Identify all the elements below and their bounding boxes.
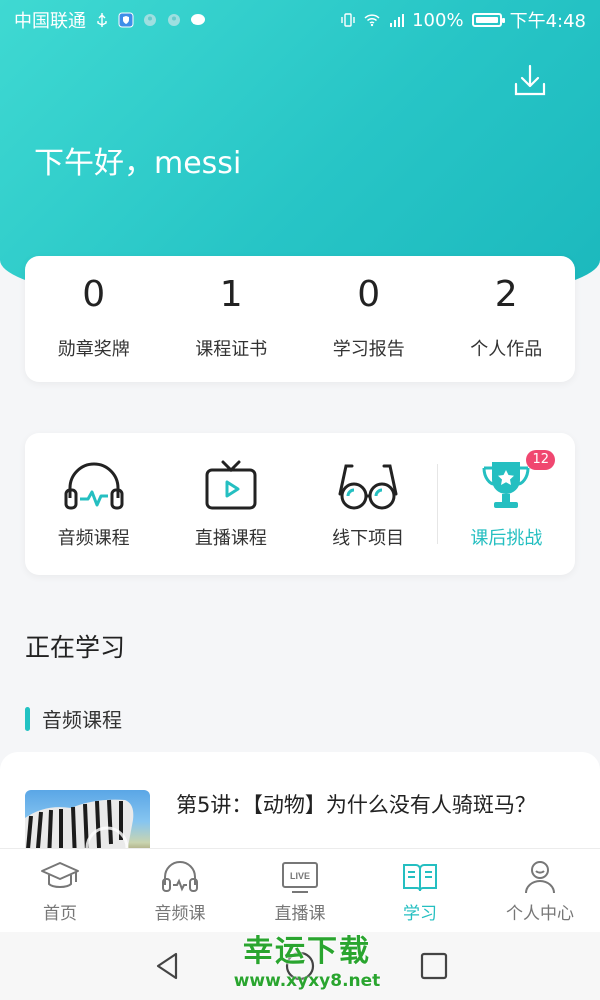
tab-live[interactable]: LIVE 直播课	[240, 849, 360, 933]
tab-label: 首页	[43, 903, 77, 924]
stat-label: 课程证书	[195, 339, 268, 360]
tab-home[interactable]: 首页	[0, 849, 120, 933]
stat-label: 个人作品	[470, 339, 543, 360]
quick-link-offline-projects[interactable]: 线下项目	[300, 458, 437, 550]
tab-label: 学习	[403, 903, 437, 924]
stat-medals[interactable]: 0 勋章奖牌	[25, 256, 163, 382]
app-notification-icon	[144, 14, 156, 26]
headphones-icon	[64, 462, 124, 510]
home-icon[interactable]	[284, 950, 316, 982]
wifi-icon	[364, 14, 380, 27]
stat-certificates[interactable]: 1 课程证书	[163, 256, 301, 382]
category-label: 音频课程	[42, 708, 122, 732]
carrier-label: 中国联通	[14, 11, 86, 32]
live-tv-icon: LIVE	[282, 861, 318, 893]
tab-label: 直播课	[274, 903, 326, 924]
quick-links-card: 音频课程 直播课程 线下项目 12 课后挑战	[25, 433, 575, 575]
message-icon	[191, 14, 205, 25]
headphones-icon	[162, 860, 198, 892]
stat-value: 2	[494, 274, 518, 315]
bottom-tab-bar: 首页 音频课 LIVE 直播课 学习 个人中心	[0, 848, 600, 933]
stat-label: 勋章奖牌	[57, 339, 130, 360]
quick-link-label: 课后挑战	[470, 528, 543, 549]
quick-link-audio-courses[interactable]: 音频课程	[25, 458, 162, 550]
person-icon	[525, 860, 555, 893]
signal-icon	[390, 14, 405, 27]
tv-icon	[205, 460, 257, 510]
stat-value: 0	[357, 274, 381, 315]
quick-link-live-courses[interactable]: 直播课程	[162, 458, 299, 550]
svg-text:LIVE: LIVE	[290, 871, 310, 881]
recents-icon[interactable]	[418, 950, 450, 982]
back-icon[interactable]	[152, 950, 184, 982]
course-title[interactable]: 第5讲：【动物】为什么没有人骑斑马？	[176, 790, 566, 820]
section-title: 正在学习	[25, 633, 126, 662]
status-bar: 中国联通 100% 下午4:48	[0, 0, 600, 40]
tab-study[interactable]: 学习	[360, 849, 480, 933]
shield-icon	[118, 12, 134, 28]
tab-label: 个人中心	[506, 903, 574, 924]
tab-audio[interactable]: 音频课	[120, 849, 240, 933]
tab-label: 音频课	[154, 903, 206, 924]
quick-link-label: 直播课程	[194, 528, 267, 549]
quick-link-label: 音频课程	[57, 528, 130, 549]
app-notification-icon	[168, 14, 180, 26]
stat-reports[interactable]: 0 学习报告	[300, 256, 438, 382]
quick-link-label: 线下项目	[332, 528, 405, 549]
stat-value: 1	[219, 274, 243, 315]
system-nav-bar	[0, 932, 600, 1000]
glasses-icon	[338, 464, 398, 510]
challenge-count-badge: 12	[526, 450, 555, 470]
stat-works[interactable]: 2 个人作品	[438, 256, 576, 382]
book-icon	[403, 863, 437, 891]
clock: 下午4:48	[509, 11, 586, 32]
greeting-text: 下午好，messi	[34, 146, 242, 181]
stat-value: 0	[82, 274, 106, 315]
usb-icon	[97, 13, 107, 27]
vibrate-icon	[341, 13, 355, 27]
graduation-cap-icon	[41, 861, 79, 888]
download-icon[interactable]	[512, 62, 548, 98]
quick-link-challenge[interactable]: 12 课后挑战	[438, 450, 575, 550]
tab-profile[interactable]: 个人中心	[480, 849, 600, 933]
stat-label: 学习报告	[332, 339, 405, 360]
battery-percent: 100%	[412, 9, 464, 31]
category-accent-bar	[25, 706, 30, 731]
stats-card: 0 勋章奖牌 1 课程证书 0 学习报告 2 个人作品	[25, 256, 575, 382]
battery-icon	[471, 13, 505, 27]
category-header: 音频课程	[25, 704, 122, 733]
